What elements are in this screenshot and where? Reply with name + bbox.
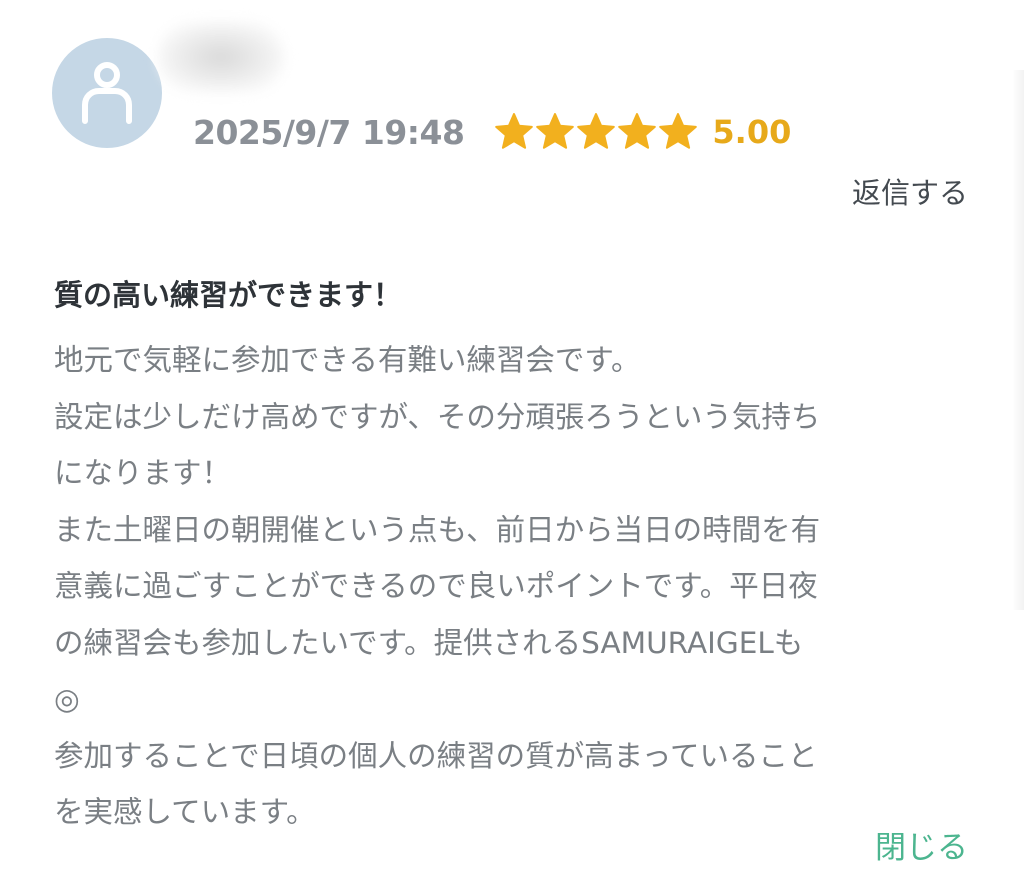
rating-stars	[494, 112, 698, 152]
user-icon	[82, 62, 132, 124]
review-body-line: 参加することで日頃の個人の練習の質が高まっていること	[54, 738, 818, 773]
star-icon	[618, 113, 657, 149]
review-date: 2025/9/7 19:48	[193, 112, 465, 152]
close-button[interactable]: 閉じる	[875, 822, 968, 867]
review-body-line: の練習会も参加したいです。提供されるSAMURAIGELも	[54, 625, 804, 660]
review-body-line: ◎	[54, 682, 80, 716]
review-body-line: 設定は少しだけ高めですが、その分頑張ろうという気持ち	[54, 399, 821, 434]
review-title: 質の高い練習ができます！	[54, 278, 403, 312]
star-icon	[577, 113, 616, 149]
review-meta: 2025/9/7 19:48 5.00	[193, 106, 791, 158]
star-icon	[536, 113, 575, 149]
review-body-line: また土曜日の朝開催という点も、前日から当日の時間を有	[54, 512, 821, 547]
review-card: 2025/9/7 19:48 5.00 返信する 質の高い練習ができます！ 地元…	[0, 0, 1024, 889]
review-body-line: を実感しています。	[54, 795, 316, 829]
star-icon	[495, 113, 534, 149]
review-body-line: になります！	[54, 456, 232, 490]
reviewer-name-redacted	[158, 22, 284, 92]
rating-value: 5.00	[712, 113, 792, 151]
reply-button[interactable]: 返信する	[852, 170, 968, 212]
review-body-line: 地元で気軽に参加できる有難い練習会です。	[54, 343, 641, 377]
scroll-edge-shadow	[1012, 70, 1024, 610]
review-body-line: 意義に過ごすことができるので良いポイントです。平日夜	[54, 569, 818, 603]
review-body: 地元で気軽に参加できる有難い練習会です。設定は少しだけ高めですが、その分頑張ろう…	[54, 332, 954, 841]
avatar	[52, 38, 162, 148]
star-icon	[659, 113, 698, 149]
